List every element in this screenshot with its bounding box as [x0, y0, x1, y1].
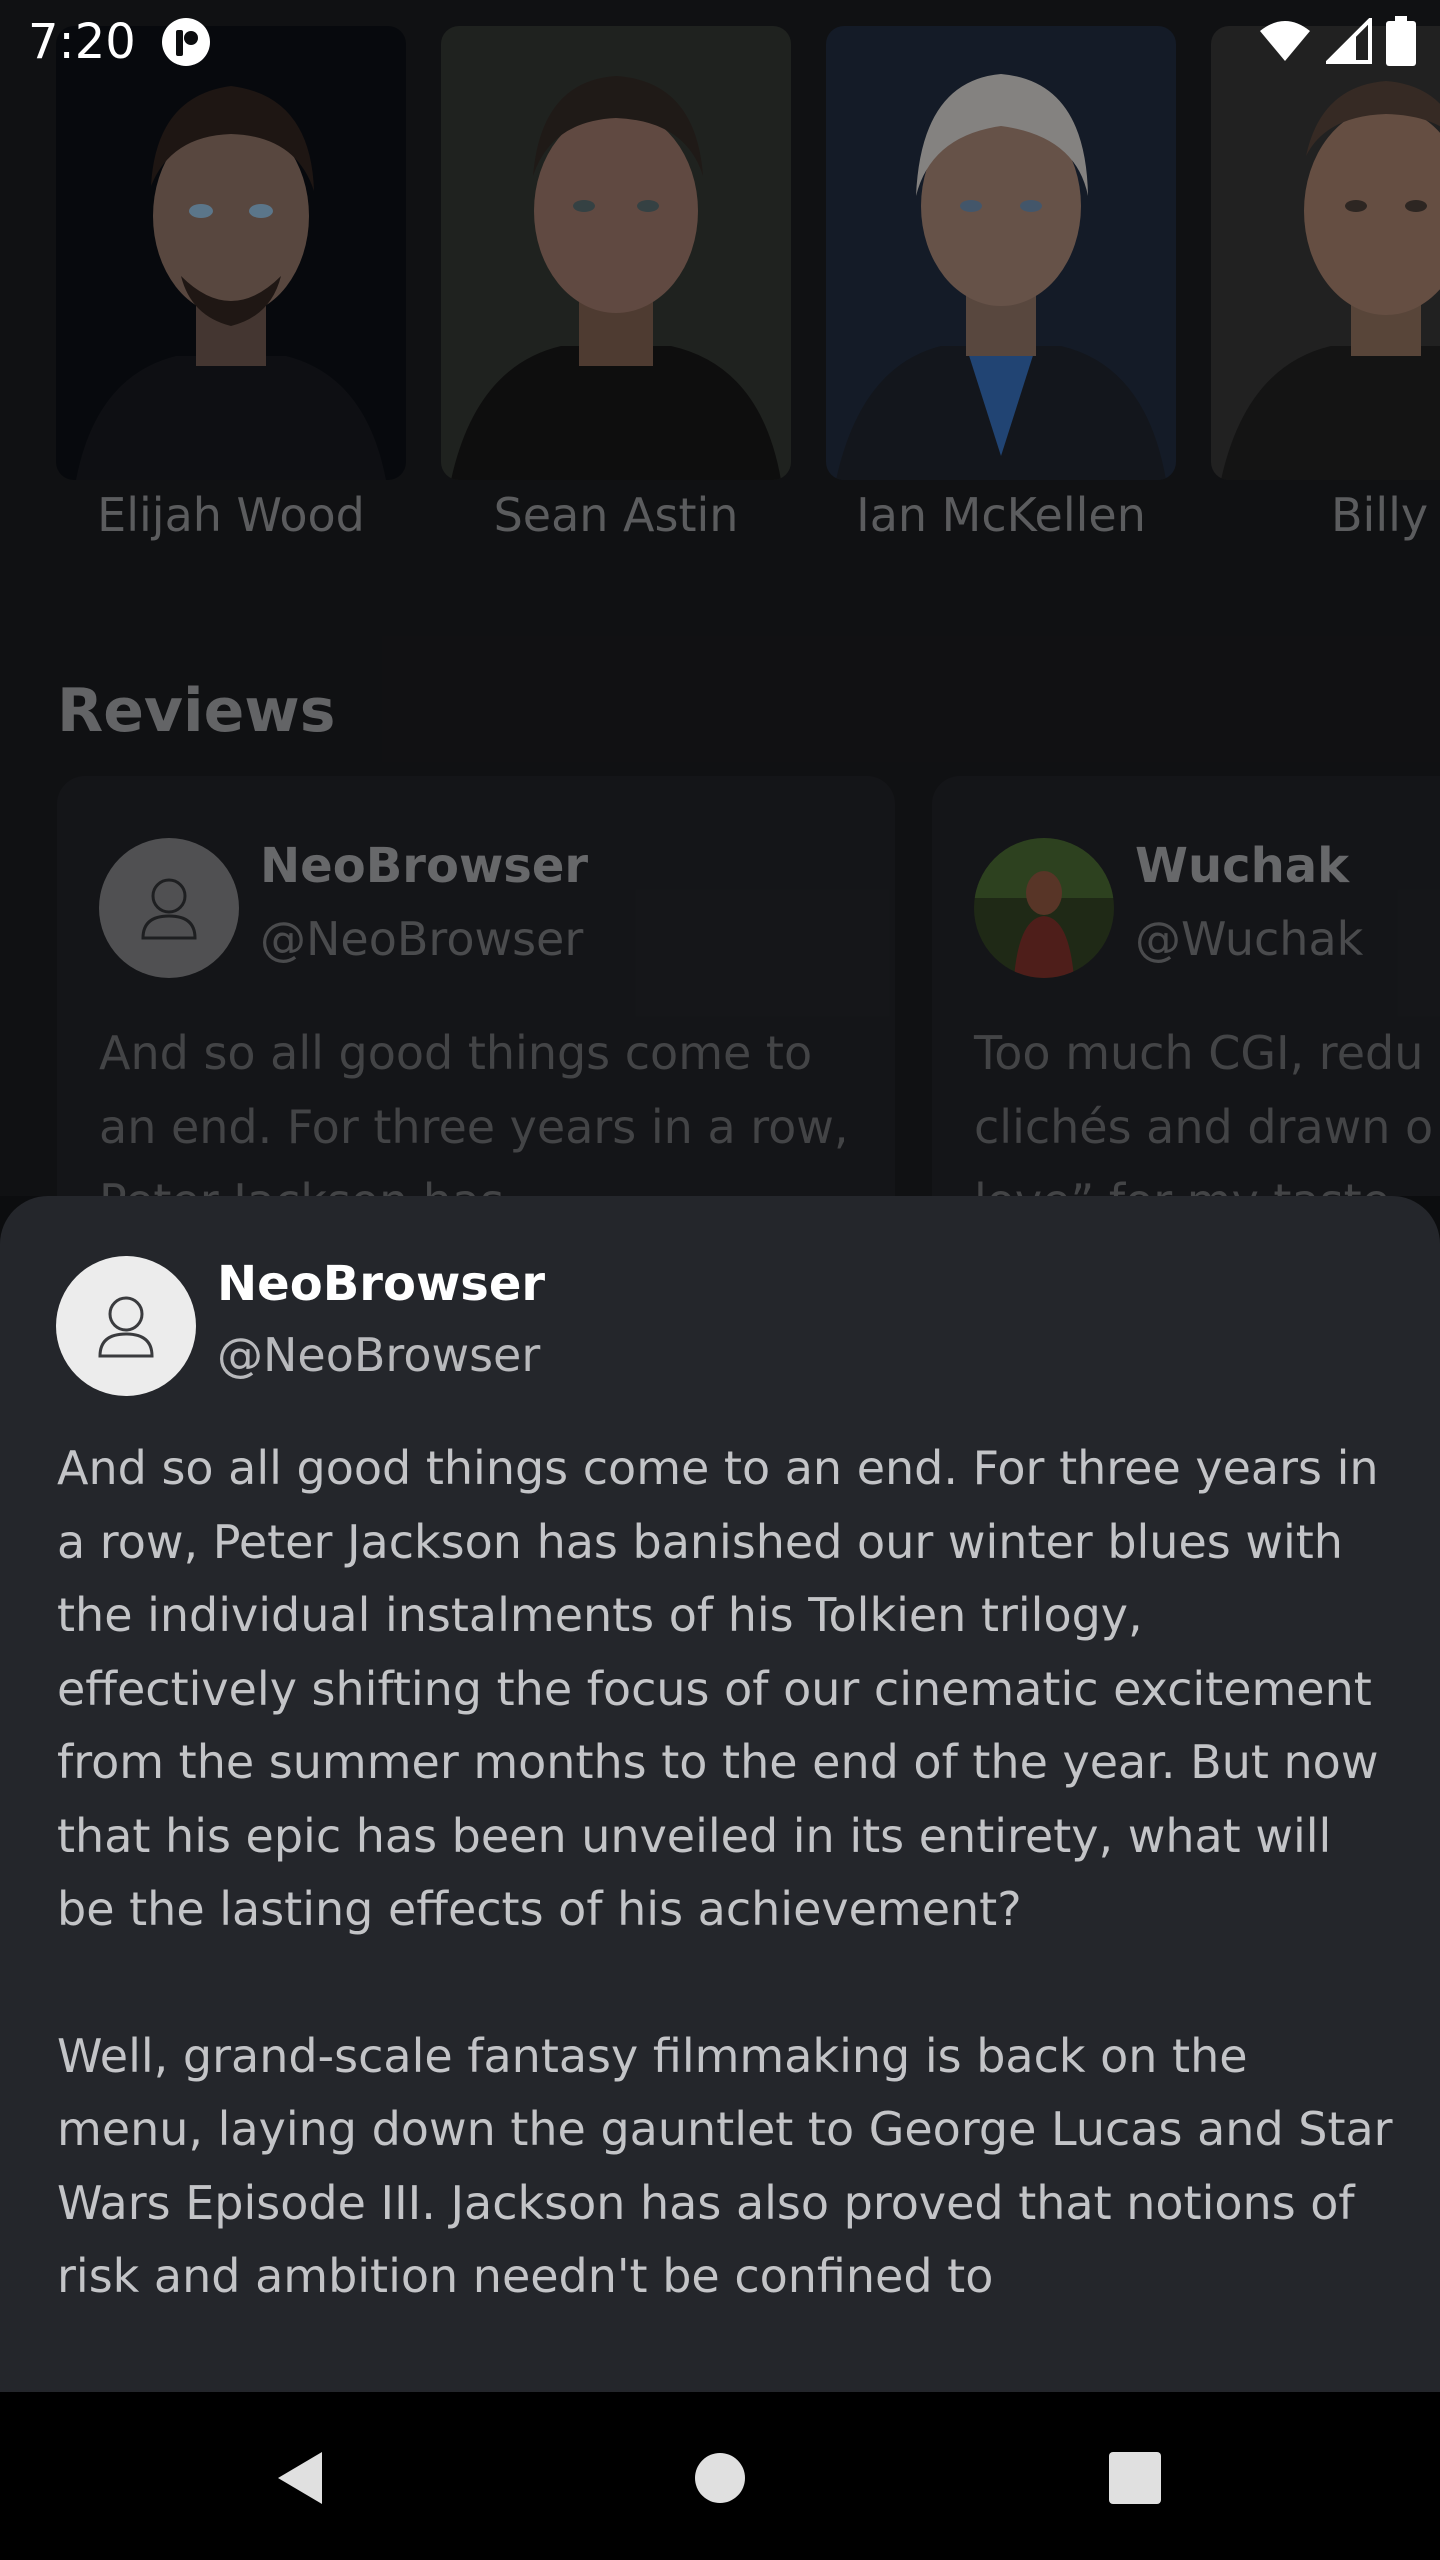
- back-icon: [278, 2452, 322, 2504]
- home-icon: [695, 2453, 745, 2503]
- status-icons: [1258, 16, 1416, 66]
- back-button[interactable]: [250, 2428, 350, 2528]
- status-bar: 7:20: [0, 0, 1440, 84]
- sheet-author-handle: @NeoBrowser: [217, 1328, 541, 1382]
- app-notification-icon: [160, 16, 212, 72]
- review-full-text[interactable]: And so all good things come to an end. F…: [57, 1432, 1397, 2387]
- user-placeholder-icon: [98, 1296, 154, 1358]
- review-paragraph: Well, grand-scale fantasy filmmaking is …: [57, 2028, 1393, 2304]
- wifi-icon: [1260, 21, 1310, 61]
- recents-button[interactable]: [1085, 2428, 1185, 2528]
- recents-icon: [1109, 2452, 1161, 2504]
- review-paragraph: And so all good things come to an end. F…: [57, 1441, 1379, 1936]
- scrim-overlay[interactable]: [0, 0, 1440, 1196]
- status-time: 7:20: [28, 14, 136, 70]
- movie-details-background: Elijah Wood Sean Astin Ian McKellen Bill…: [0, 0, 1440, 1196]
- cellular-signal-icon: [1326, 18, 1372, 64]
- system-navigation-bar: [0, 2392, 1440, 2560]
- review-bottom-sheet[interactable]: NeoBrowser @NeoBrowser And so all good t…: [0, 1196, 1440, 2392]
- avatar: [56, 1256, 196, 1396]
- battery-icon: [1386, 16, 1416, 66]
- sheet-author-name: NeoBrowser: [217, 1256, 546, 1312]
- home-button[interactable]: [670, 2428, 770, 2528]
